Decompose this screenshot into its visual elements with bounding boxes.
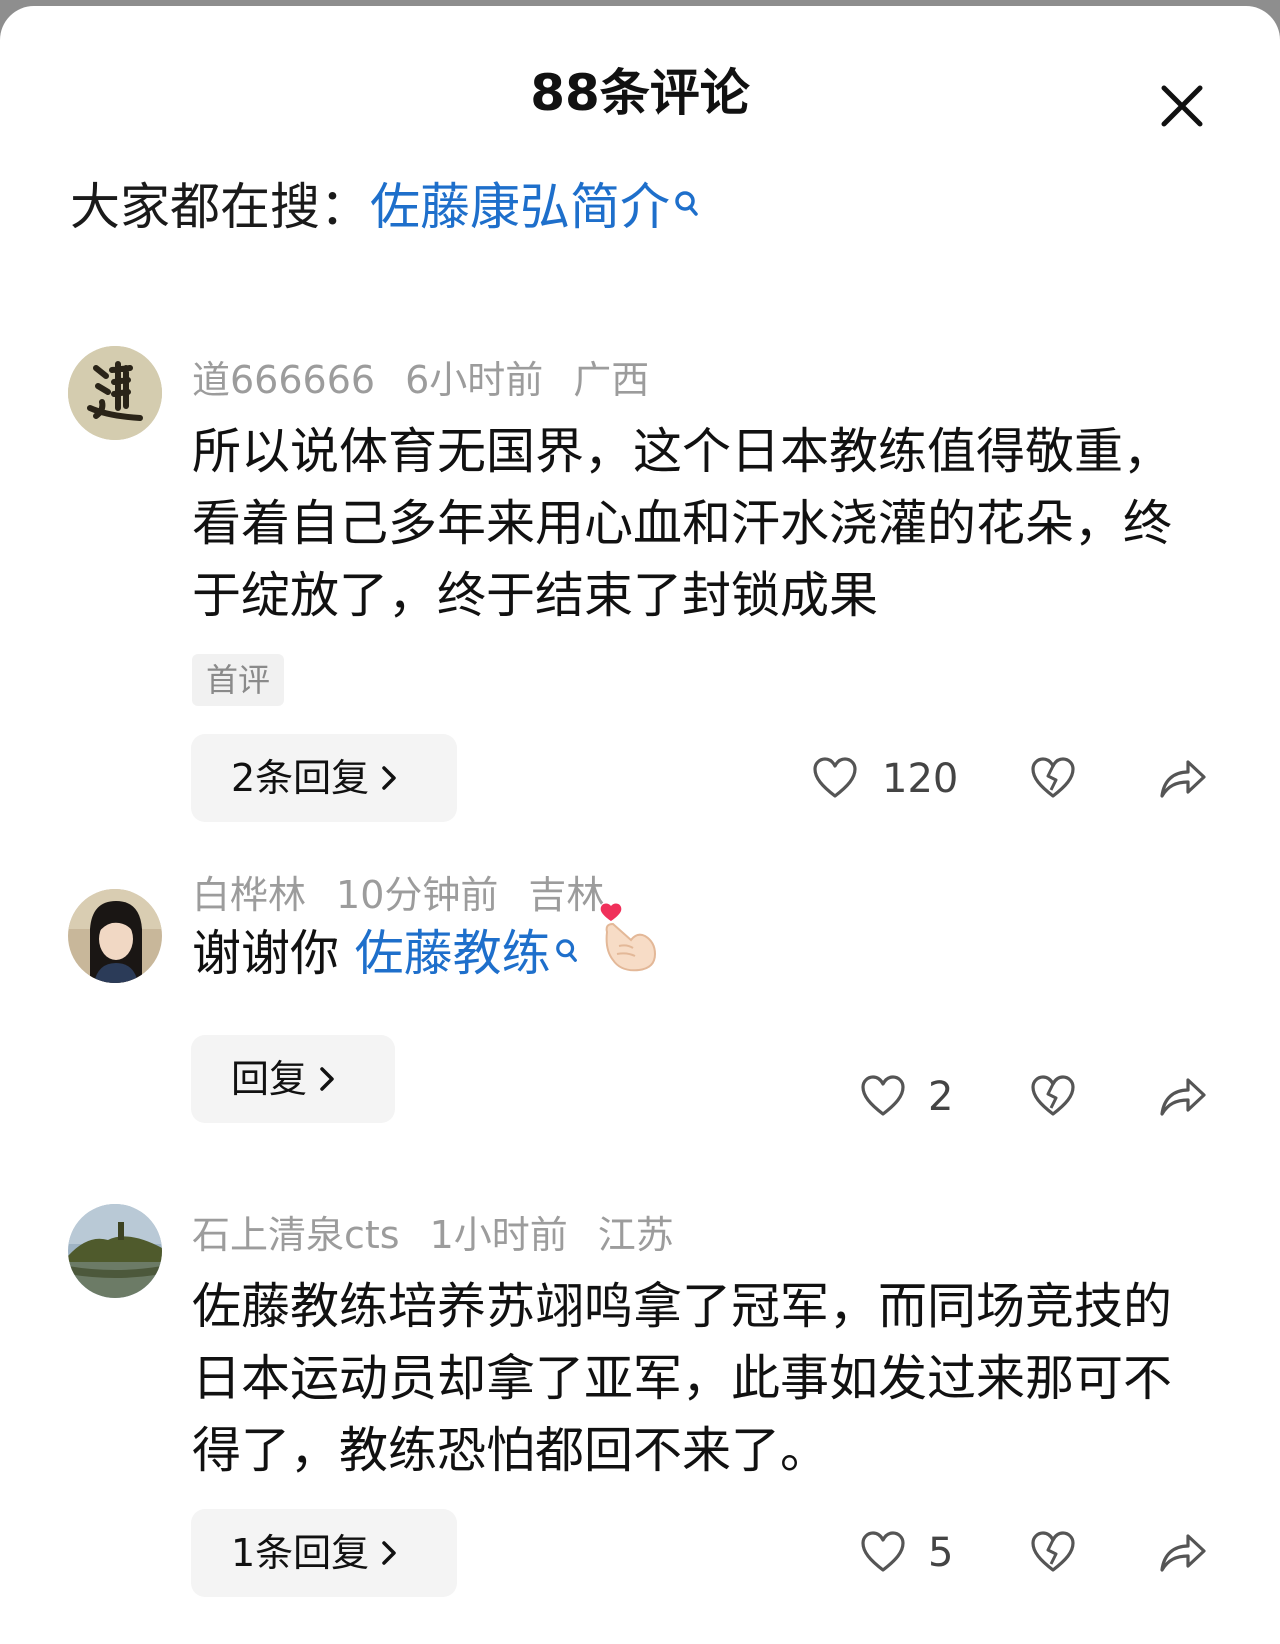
- timestamp: 1小时前: [429, 1213, 568, 1257]
- username[interactable]: 道666666: [192, 358, 375, 402]
- comment-meta: 石上清泉cts 1小时前 江苏: [192, 1216, 704, 1254]
- reply-button[interactable]: 回复: [191, 1035, 395, 1123]
- search-icon: [555, 914, 579, 986]
- comment-text: 所以说体育无国界，这个日本教练值得敬重，看着自己多年来用心血和汗水浇灌的花朵，终…: [192, 423, 1173, 624]
- location: 吉林: [528, 873, 605, 917]
- comment-meta: 白桦林 10分钟前 吉林: [192, 876, 634, 914]
- like-count: 2: [928, 1074, 954, 1120]
- username[interactable]: 白桦林: [192, 873, 306, 917]
- trending-search: 大家都在搜：佐藤康弘简介: [70, 182, 700, 232]
- mention-link[interactable]: 佐藤教练: [355, 925, 551, 982]
- broken-heart-icon[interactable]: [1030, 1530, 1076, 1578]
- share-icon[interactable]: [1158, 756, 1208, 804]
- like-count: 120: [882, 756, 959, 802]
- timestamp: 10分钟前: [336, 873, 499, 917]
- comments-sheet: 88条评论 大家都在搜：佐藤康弘简介 道666666 6小时前 广西 所以说体育无国…: [0, 6, 1280, 1644]
- reply-label: 1条回复: [231, 1531, 370, 1575]
- heart-icon[interactable]: [860, 1530, 906, 1578]
- broken-heart-icon[interactable]: [1030, 1074, 1076, 1122]
- comment-text: 佐藤教练培养苏翊鸣拿了冠军，而同场竞技的日本运动员却拿了亚军，此事如发过来那可不…: [192, 1278, 1173, 1479]
- comment-text: 谢谢你 佐藤教练: [192, 903, 1242, 992]
- view-replies-button[interactable]: 1条回复: [191, 1509, 457, 1597]
- comment-meta: 道666666 6小时前 广西: [192, 361, 679, 399]
- search-icon: [674, 178, 700, 228]
- timestamp: 6小时前: [405, 358, 544, 402]
- like-count: 5: [928, 1530, 954, 1576]
- landscape-avatar[interactable]: [68, 1204, 162, 1298]
- chevron-right-icon: [319, 1035, 335, 1123]
- portrait-avatar[interactable]: [68, 889, 162, 983]
- heart-icon[interactable]: [812, 756, 858, 804]
- finger-heart-emoji-icon: [597, 902, 659, 992]
- close-icon[interactable]: [1158, 82, 1206, 130]
- first-comment-badge: 首评: [192, 654, 285, 706]
- share-icon[interactable]: [1158, 1530, 1208, 1578]
- view-replies-button[interactable]: 2条回复: [191, 734, 457, 822]
- calligraphy-avatar[interactable]: [68, 346, 162, 440]
- reply-label: 2条回复: [231, 756, 370, 800]
- chevron-right-icon: [381, 734, 397, 822]
- heart-icon[interactable]: [860, 1074, 906, 1122]
- location: 广西: [573, 358, 650, 402]
- broken-heart-icon[interactable]: [1030, 756, 1076, 804]
- share-icon[interactable]: [1158, 1074, 1208, 1122]
- comment-text-prefix: 谢谢你: [192, 925, 355, 982]
- trending-search-label: 大家都在搜：: [70, 178, 370, 236]
- username[interactable]: 石上清泉cts: [192, 1213, 400, 1257]
- location: 江苏: [597, 1213, 674, 1257]
- sheet-title: 88条评论: [530, 64, 750, 122]
- trending-search-link[interactable]: 佐藤康弘简介: [370, 178, 670, 236]
- reply-label: 回复: [231, 1057, 308, 1101]
- chevron-right-icon: [381, 1509, 397, 1597]
